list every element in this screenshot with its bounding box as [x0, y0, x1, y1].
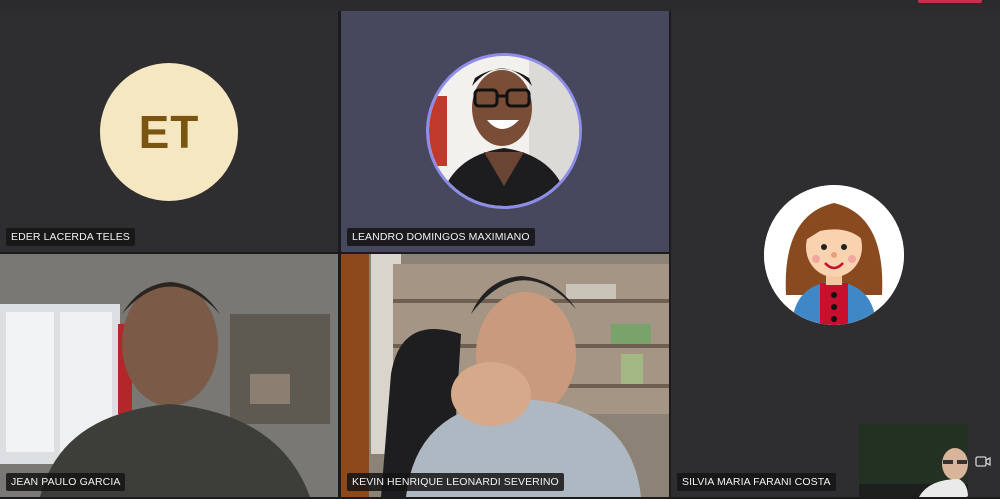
cartoon-avatar [764, 185, 904, 325]
participant-name-label: SILVIA MARIA FARANI COSTA [677, 473, 836, 491]
participant-video-feed [0, 254, 338, 497]
leave-button-edge[interactable] [918, 0, 982, 3]
self-view-video[interactable] [859, 424, 968, 497]
participant-tile-kevin[interactable]: KEVIN HENRIQUE LEONARDI SEVERINO [341, 254, 669, 497]
profile-photo-image [429, 56, 579, 206]
participant-tile-eder[interactable]: ET EDER LACERDA TELES [0, 11, 338, 252]
participant-name-label: LEANDRO DOMINGOS MAXIMIANO [347, 228, 535, 246]
participant-name-label: EDER LACERDA TELES [6, 228, 135, 246]
participant-name-label: KEVIN HENRIQUE LEONARDI SEVERINO [347, 473, 564, 491]
cartoon-avatar-image [764, 185, 904, 325]
participant-tile-leandro[interactable]: LEANDRO DOMINGOS MAXIMIANO [341, 11, 669, 252]
participant-name-label: JEAN PAULO GARCIA [6, 473, 126, 491]
camera-switch-button[interactable] [971, 450, 995, 472]
participant-tile-jean[interactable]: JEAN PAULO GARCIA [0, 254, 338, 497]
initials-avatar: ET [100, 63, 238, 201]
participant-video-feed [341, 254, 669, 497]
meeting-top-bar [0, 0, 1000, 11]
camera-switch-icon [975, 455, 991, 467]
profile-photo-avatar [429, 56, 579, 206]
self-view-feed [859, 424, 968, 497]
